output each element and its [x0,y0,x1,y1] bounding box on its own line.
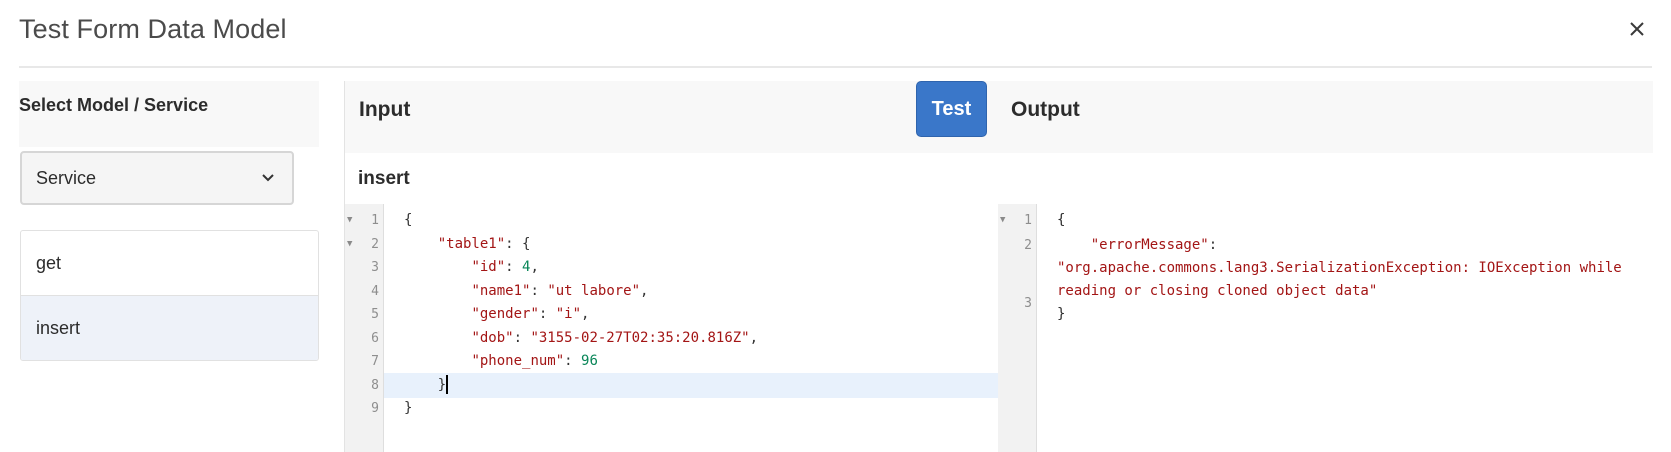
fold-arrow-icon[interactable]: ▼ [347,208,352,233]
code-line: "id": 4, [471,259,539,275]
dropdown-value: Service [36,168,97,188]
title-divider [19,66,1652,68]
close-button[interactable] [1626,18,1648,40]
output-gutter: ▼ 1 2 3 [998,204,1037,452]
code-line: "table1": { [437,235,531,252]
line-number: ▼ 1 [345,208,383,233]
fold-arrow-icon[interactable]: ▼ [1000,208,1005,233]
line-number: 6 [371,330,379,346]
code-line: "phone_num": 96 [471,353,598,369]
test-panel-header: Input Test Output [344,81,1653,153]
code-line: { [404,212,413,228]
dialog-title: Test Form Data Model [19,14,287,44]
model-service-header: Select Model / Service [19,81,319,147]
line-number: 4 [371,283,379,299]
line-number: 9 [371,401,379,416]
output-editor[interactable]: ▼ 1 2 3 { "errorMessage": "org.apache.co… [998,204,1652,452]
output-code-area[interactable]: { "errorMessage": "org.apache.commons.la… [1037,204,1652,452]
operation-name: insert [358,168,410,189]
line-number: 3 [371,260,379,275]
code-line: } [384,372,998,398]
service-item-get[interactable]: get [21,231,318,296]
output-key: "errorMessage" [1090,237,1209,253]
output-open-brace: { [1057,212,1066,228]
service-item-label: insert [36,317,81,338]
input-gutter: ▼ 1 ▼ 2 3 4 5 6 7 8 9 [345,204,384,452]
output-heading: Output [1011,98,1080,121]
fold-arrow-icon[interactable]: ▼ [347,232,352,257]
service-item-insert[interactable]: insert [21,296,318,360]
input-code-area[interactable]: { "table1": { "id": 4, "name1": "ut labo… [384,204,998,452]
line-number: 3 [1024,296,1032,311]
line-number: 7 [371,354,379,369]
model-service-dropdown[interactable]: Service [20,151,294,205]
code-line: "name1": "ut labore", [471,282,649,299]
line-number: ▼ 2 [345,232,383,257]
output-close-brace: } [1057,306,1066,322]
output-key-line: "errorMessage": [1090,237,1218,253]
model-service-heading: Select Model / Service [19,95,209,115]
output-value-line-1: "org.apache.commons.lang3.SerializationE… [1057,260,1622,276]
line-number: 2 [1024,238,1032,253]
code-line: "gender": "i", [471,306,590,322]
input-editor[interactable]: ▼ 1 ▼ 2 3 4 5 6 7 8 9 { "table1": { "id": 4, "name… [345,204,998,452]
code-line: } [404,400,413,416]
service-item-label: get [36,252,62,273]
test-button[interactable]: Test [916,81,987,137]
close-icon [1630,22,1644,36]
input-heading: Input [359,98,411,121]
service-list: get insert [20,230,319,361]
chevron-down-icon [262,174,274,182]
line-number: 8 [371,377,379,393]
line-number: 5 [371,307,379,322]
line-number: ▼ 1 [998,208,1036,233]
output-value-line-2: reading or closing cloned object data" [1057,283,1378,299]
text-cursor [446,375,449,394]
code-line: "dob": "3155-02-27T02:35:20.816Z", [471,329,759,346]
